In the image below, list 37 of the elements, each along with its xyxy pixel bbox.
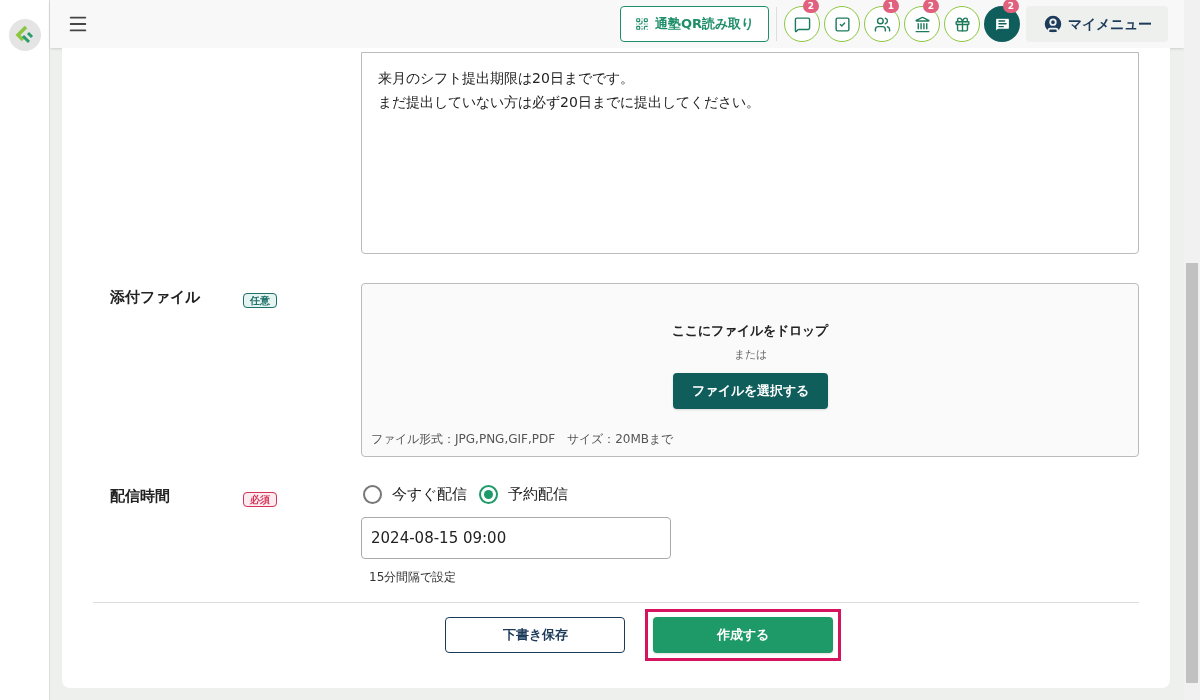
message-text-line: 来月のシフト提出期限は20日までです。 bbox=[378, 69, 635, 88]
my-menu-button[interactable]: マイメニュー bbox=[1026, 6, 1168, 42]
save-draft-button[interactable]: 下書き保存 bbox=[445, 617, 625, 653]
checklist-icon bbox=[833, 15, 851, 33]
datetime-input[interactable]: 2024-08-15 09:00 bbox=[361, 517, 671, 559]
radio-icon[interactable] bbox=[363, 484, 382, 504]
message-text-line: まだ提出していない方は必ず20日までに提出してください。 bbox=[378, 93, 761, 112]
tag: 必須 bbox=[243, 492, 277, 507]
or-text: または bbox=[733, 346, 767, 363]
notification-badge: 2 bbox=[1003, 0, 1019, 13]
notification-badge: 2 bbox=[923, 0, 939, 13]
radio-option[interactable]: 今すぐ配信 bbox=[361, 482, 467, 506]
qr-scan-button[interactable]: 通塾QR読み取り bbox=[619, 6, 769, 42]
drop-instruction: ここにファイルをドロップ bbox=[672, 322, 828, 340]
gift-button[interactable] bbox=[944, 6, 980, 42]
notification-badge: 1 bbox=[883, 0, 899, 13]
select-file-button[interactable]: ファイルを選択する bbox=[672, 373, 828, 409]
people-icon bbox=[873, 15, 891, 33]
field-label: 添付ファイル bbox=[110, 288, 200, 306]
checklist-button[interactable] bbox=[824, 6, 860, 42]
tag: 任意 bbox=[243, 293, 277, 308]
app-logo[interactable] bbox=[8, 19, 41, 51]
speech-bubble-icon bbox=[993, 15, 1011, 33]
field-label: 配信時間 bbox=[110, 487, 170, 505]
notification-badge: 2 bbox=[803, 0, 819, 13]
radio-option[interactable]: 予約配信 bbox=[477, 482, 568, 506]
create-button[interactable]: 作成する bbox=[653, 617, 833, 653]
user-avatar-icon bbox=[1042, 13, 1064, 35]
speech-bubble-icon bbox=[793, 15, 811, 33]
radio-icon[interactable] bbox=[479, 484, 498, 504]
gift-icon bbox=[953, 15, 971, 33]
file-format-note: ファイル形式：JPG,PNG,GIF,PDF サイズ：20MBまで bbox=[371, 431, 673, 448]
interval-hint: 15分間隔で設定 bbox=[369, 569, 458, 586]
building-icon bbox=[913, 15, 931, 33]
qr-code-icon bbox=[634, 17, 649, 31]
file-drop-zone[interactable]: ここにファイルをドロップ または ファイルを選択する ファイル形式：JPG,PNG,GIF,PDF サイズ：20MBまで bbox=[361, 283, 1139, 457]
message-textarea[interactable]: 来月のシフト提出期限は20日までです。 まだ提出していない方は必ず20日までに提出してください。 bbox=[361, 52, 1139, 254]
